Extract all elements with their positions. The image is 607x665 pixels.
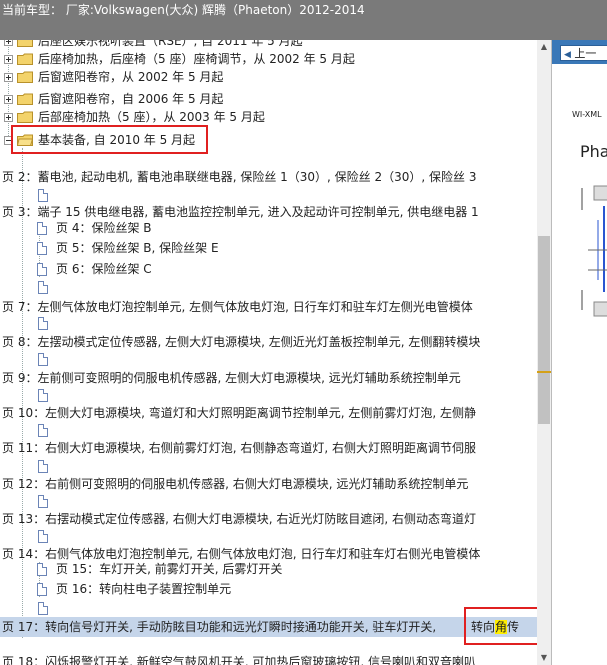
page-label: 页 7：左侧气体放电灯泡控制单元, 左侧气体放电灯泡, 日行车灯和驻车灯左侧光电… xyxy=(2,300,473,314)
wiring-diagram-thumbnail xyxy=(581,185,607,317)
document-icon[interactable] xyxy=(38,424,48,437)
document-icon[interactable] xyxy=(38,353,48,366)
document-icon xyxy=(37,583,47,596)
preview-toolbar: ◀ 上一 xyxy=(552,40,607,64)
document-preview-panel[interactable]: ◀ 上一 WI-XML Phaet xyxy=(551,40,607,665)
folder-icon xyxy=(17,93,33,105)
document-icon[interactable] xyxy=(38,281,48,294)
tree-guide-line xyxy=(22,148,23,638)
document-tree[interactable]: 后座区娱乐视听装置（RSE）, 自 2011 年 5 月起 后座椅加热，后座椅（… xyxy=(0,40,537,665)
expand-icon[interactable] xyxy=(4,113,13,122)
document-icon[interactable] xyxy=(38,389,48,402)
sub-page-label: 页 6：保险丝架 C xyxy=(56,262,152,276)
tree-item-label: 后部座椅加热（5 座），从 2003 年 5 月起 xyxy=(38,110,265,124)
page-label: 页 17：转向信号灯开关, 手动防眩目功能和远光灯瞬时接通功能开关, 驻车灯开关… xyxy=(2,620,437,634)
expand-icon[interactable] xyxy=(4,40,13,46)
document-icon xyxy=(37,222,47,235)
page-label: 页 2：蓄电池, 起动电机, 蓄电池串联继电器, 保险丝 1（30）, 保险丝 … xyxy=(2,170,477,184)
title-bar: 当前车型： 厂家:Volkswagen(大众) 辉腾（Phaeton）2012-… xyxy=(0,0,607,40)
scroll-up-arrow-icon[interactable]: ▲ xyxy=(537,40,551,54)
document-icon[interactable] xyxy=(38,189,48,202)
folder-icon xyxy=(17,53,33,65)
page-label: 页 13：右摆动模式定位传感器, 右侧大灯电源模块, 右近光灯防眩目遮闭, 右侧… xyxy=(2,512,476,526)
page-label: 页 12：右前侧可变照明的伺服电机传感器, 右侧大灯电源模块, 远光灯辅助系统控… xyxy=(2,477,469,491)
document-icon[interactable] xyxy=(38,460,48,473)
page-label: 页 10：左侧大灯电源模块, 弯道灯和大灯照明距离调节控制单元, 左侧前雾灯灯泡… xyxy=(2,406,476,420)
folder-icon xyxy=(17,40,33,47)
current-model-label: 当前车型： xyxy=(2,3,63,17)
tree-item-label: 后窗遮阳卷帘，从 2002 年 5 月起 xyxy=(38,70,224,84)
annotation-box xyxy=(11,125,208,154)
tree-item-label: 后座区娱乐视听装置（RSE）, 自 2011 年 5 月起 xyxy=(38,40,303,48)
expand-icon[interactable] xyxy=(4,73,13,82)
expand-icon[interactable] xyxy=(4,95,13,104)
tree-item-label: 后座椅加热，后座椅（5 座）座椅调节，从 2002 年 5 月起 xyxy=(38,52,355,66)
document-icon xyxy=(37,242,47,255)
previous-page-button[interactable]: ◀ 上一 xyxy=(560,45,607,61)
annotation-box xyxy=(464,607,537,645)
expand-icon[interactable] xyxy=(4,55,13,64)
page-label: 页 9：左前侧可变照明的伺服电机传感器, 左侧大灯电源模块, 远光灯辅助系统控制… xyxy=(2,371,461,385)
sub-page-label: 页 5：保险丝架 B, 保险丝架 E xyxy=(56,241,219,255)
document-icon xyxy=(37,563,47,576)
sub-page-label: 页 16：转向柱电子装置控制单元 xyxy=(56,582,232,596)
document-icon xyxy=(37,263,47,276)
page-label: 页 8：左摆动模式定位传感器, 左侧大灯电源模块, 左侧近光灯盖板控制单元, 左… xyxy=(2,335,481,349)
folder-icon xyxy=(17,111,33,123)
folder-icon xyxy=(17,71,33,83)
document-code: WI-XML xyxy=(572,110,602,119)
sub-page-label: 页 15：车灯开关, 前雾灯开关, 后雾灯开关 xyxy=(56,562,283,576)
tree-item-label: 后窗遮阳卷帘，自 2006 年 5 月起 xyxy=(38,92,224,106)
document-icon[interactable] xyxy=(38,317,48,330)
vehicle-name: 厂家:Volkswagen(大众) 辉腾（Phaeton）2012-2014 xyxy=(65,3,365,17)
sub-page-label: 页 4：保险丝架 B xyxy=(56,221,152,235)
document-icon[interactable] xyxy=(38,495,48,508)
page-label: 页 11：右侧大灯电源模块, 右侧前雾灯灯泡, 右侧静态弯道灯, 右侧大灯照明距… xyxy=(2,441,476,455)
document-icon[interactable] xyxy=(38,602,48,615)
previous-arrow-icon: ◀ xyxy=(564,50,571,60)
scrollbar-thumb[interactable] xyxy=(538,236,550,424)
document-title: Phaet xyxy=(580,142,607,161)
page-label: 页 3：端子 15 供电继电器, 蓄电池监控控制单元, 进入及起动许可控制单元,… xyxy=(2,205,479,219)
page-label: 页 18：闪烁报警灯开关, 新鲜空气鼓风机开关, 可加热后窗玻璃按钮, 信号喇叭… xyxy=(2,655,476,665)
document-icon[interactable] xyxy=(38,530,48,543)
vertical-scrollbar[interactable]: ▲ ▼ xyxy=(537,40,551,665)
scroll-down-arrow-icon[interactable]: ▼ xyxy=(537,651,551,665)
